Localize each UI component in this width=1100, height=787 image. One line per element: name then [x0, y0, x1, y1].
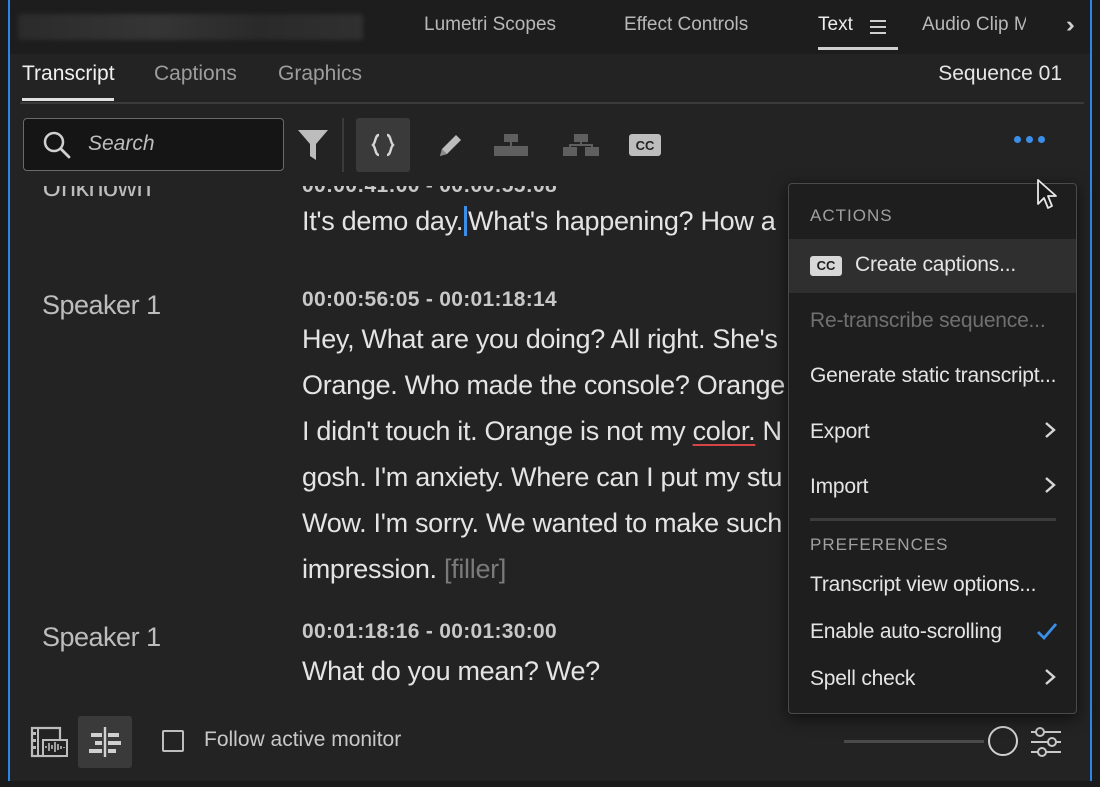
- timeline-icon: [89, 727, 121, 757]
- chevron-right-icon: [1045, 669, 1056, 685]
- search-icon: [43, 131, 71, 159]
- transcript-text[interactable]: I didn't touch it. Orange is not my: [302, 416, 686, 446]
- panel-menu-icon[interactable]: [870, 20, 886, 34]
- checkmark-icon: [1037, 623, 1058, 641]
- misspelled-word[interactable]: color.: [693, 416, 756, 446]
- transcript-line[interactable]: It's demo day. What's happening? How a: [302, 206, 776, 237]
- speaker-label[interactable]: Unknown: [42, 186, 152, 203]
- speaker-label[interactable]: Speaker 1: [42, 290, 161, 321]
- pencil-icon: [440, 135, 461, 156]
- menu-item-label: Import: [810, 475, 869, 498]
- menu-item-generate-static-transcript[interactable]: Generate static transcript...: [789, 350, 1076, 404]
- filter-button[interactable]: [286, 118, 340, 172]
- tab-graphics[interactable]: Graphics: [278, 62, 362, 86]
- menu-item-import[interactable]: Import: [789, 461, 1076, 515]
- filter-icon: [298, 130, 328, 160]
- closed-captions-icon: CC: [629, 134, 661, 156]
- merge-speakers-button[interactable]: [554, 118, 608, 172]
- menu-item-transcript-view-options[interactable]: Transcript view options...: [789, 559, 1076, 613]
- transcript-line[interactable]: Wow. I'm sorry. We wanted to make such: [302, 508, 782, 539]
- chevron-right-icon: [1045, 422, 1056, 438]
- menu-item-label: Generate static transcript...: [810, 364, 1057, 387]
- menu-section-actions: ACTIONS: [810, 206, 893, 225]
- tab-text[interactable]: Text: [818, 14, 853, 36]
- transcript-toolbar: CC: [10, 104, 1090, 186]
- transcript-text[interactable]: N: [763, 416, 783, 446]
- more-options-icon[interactable]: [1014, 136, 1045, 143]
- mouse-pointer-icon: [1037, 179, 1057, 209]
- closed-captions-button[interactable]: CC: [618, 118, 672, 172]
- transcript-line[interactable]: I didn't touch it. Orange is not my colo…: [302, 416, 782, 447]
- tab-lumetri-scopes[interactable]: Lumetri Scopes: [424, 14, 556, 36]
- follow-monitor-label: Follow active monitor: [204, 728, 402, 751]
- menu-item-label: Spell check: [810, 667, 916, 690]
- menu-item-retranscribe: Re-transcribe sequence...: [789, 295, 1076, 349]
- double-chevron-right-icon[interactable]: ››: [1066, 12, 1074, 38]
- transcript-text[interactable]: It's demo day.: [302, 206, 463, 236]
- merge-segments-button[interactable]: [356, 118, 410, 172]
- merge-speakers-icon: [563, 134, 599, 156]
- closed-captions-icon: CC: [810, 256, 842, 276]
- transcript-options-menu: ACTIONS CC Create captions... Re-transcr…: [788, 183, 1077, 714]
- segment-timecode: 00:01:18:16 - 00:01:30:00: [302, 620, 557, 643]
- subtab-bar: Transcript Captions Graphics Sequence 01: [10, 54, 1090, 104]
- follow-monitor-checkbox[interactable]: [162, 730, 184, 752]
- panel-tab-blurred[interactable]: [18, 14, 363, 40]
- transcript-line[interactable]: Hey, What are you doing? All right. She'…: [302, 324, 778, 355]
- segment-timecode: 00:00:56:05 - 00:01:18:14: [302, 288, 557, 311]
- active-subtab-indicator: [22, 98, 114, 101]
- merge-segments-icon: [371, 133, 395, 157]
- transcript-text[interactable]: What's happening? How a: [468, 206, 776, 236]
- clip-view-button[interactable]: [22, 716, 76, 768]
- menu-divider: [810, 518, 1056, 521]
- transcript-line[interactable]: gosh. I'm anxiety. Where can I put my st…: [302, 462, 782, 493]
- sequence-name: Sequence 01: [938, 62, 1062, 85]
- text-cursor: [464, 206, 468, 236]
- menu-item-label: Create captions...: [855, 253, 1016, 276]
- chevron-right-icon: [1045, 477, 1056, 493]
- menu-item-create-captions[interactable]: CC Create captions...: [789, 239, 1076, 293]
- split-segment-icon: [494, 134, 528, 156]
- menu-item-export[interactable]: Export: [789, 406, 1076, 460]
- filler-tag[interactable]: [filler]: [444, 554, 506, 584]
- film-waveform-icon: [30, 726, 68, 758]
- transcript-line[interactable]: impression. [filler]: [302, 554, 506, 585]
- sliders-settings-icon[interactable]: [1028, 724, 1064, 760]
- menu-item-label: Enable auto-scrolling: [810, 620, 1002, 643]
- tab-captions[interactable]: Captions: [154, 62, 237, 86]
- menu-item-label: Transcript view options...: [810, 573, 1037, 596]
- menu-item-spell-check[interactable]: Spell check: [789, 653, 1076, 707]
- split-segment-button[interactable]: [484, 118, 538, 172]
- toolbar-divider: [342, 118, 344, 172]
- tab-effect-controls[interactable]: Effect Controls: [624, 14, 748, 36]
- transcript-line[interactable]: Orange. Who made the console? Orange: [302, 370, 785, 401]
- edit-button[interactable]: [424, 118, 478, 172]
- transcript-text[interactable]: impression.: [302, 554, 437, 584]
- tab-audio-clip-mixer[interactable]: Audio Clip M: [922, 14, 1026, 36]
- search-box: [23, 118, 284, 171]
- sequence-view-button[interactable]: [78, 716, 132, 768]
- zoom-slider-thumb[interactable]: [988, 726, 1018, 756]
- segment-timecode: 00:00:41:00 - 00:00:55:08: [302, 186, 557, 198]
- tab-transcript[interactable]: Transcript: [22, 62, 115, 86]
- zoom-slider-track[interactable]: [844, 740, 984, 743]
- active-tab-indicator: [818, 47, 898, 50]
- search-input[interactable]: [88, 129, 268, 159]
- menu-item-enable-auto-scrolling[interactable]: Enable auto-scrolling: [789, 606, 1076, 660]
- speaker-label[interactable]: Speaker 1: [42, 622, 161, 653]
- panel-tab-bar: Lumetri Scopes Effect Controls Text Audi…: [10, 0, 1090, 54]
- menu-item-label: Re-transcribe sequence...: [810, 309, 1046, 332]
- menu-item-label: Export: [810, 420, 870, 443]
- svg-text:CC: CC: [636, 138, 655, 153]
- menu-section-preferences: PREFERENCES: [810, 535, 949, 554]
- transcript-line[interactable]: What do you mean? We?: [302, 656, 600, 687]
